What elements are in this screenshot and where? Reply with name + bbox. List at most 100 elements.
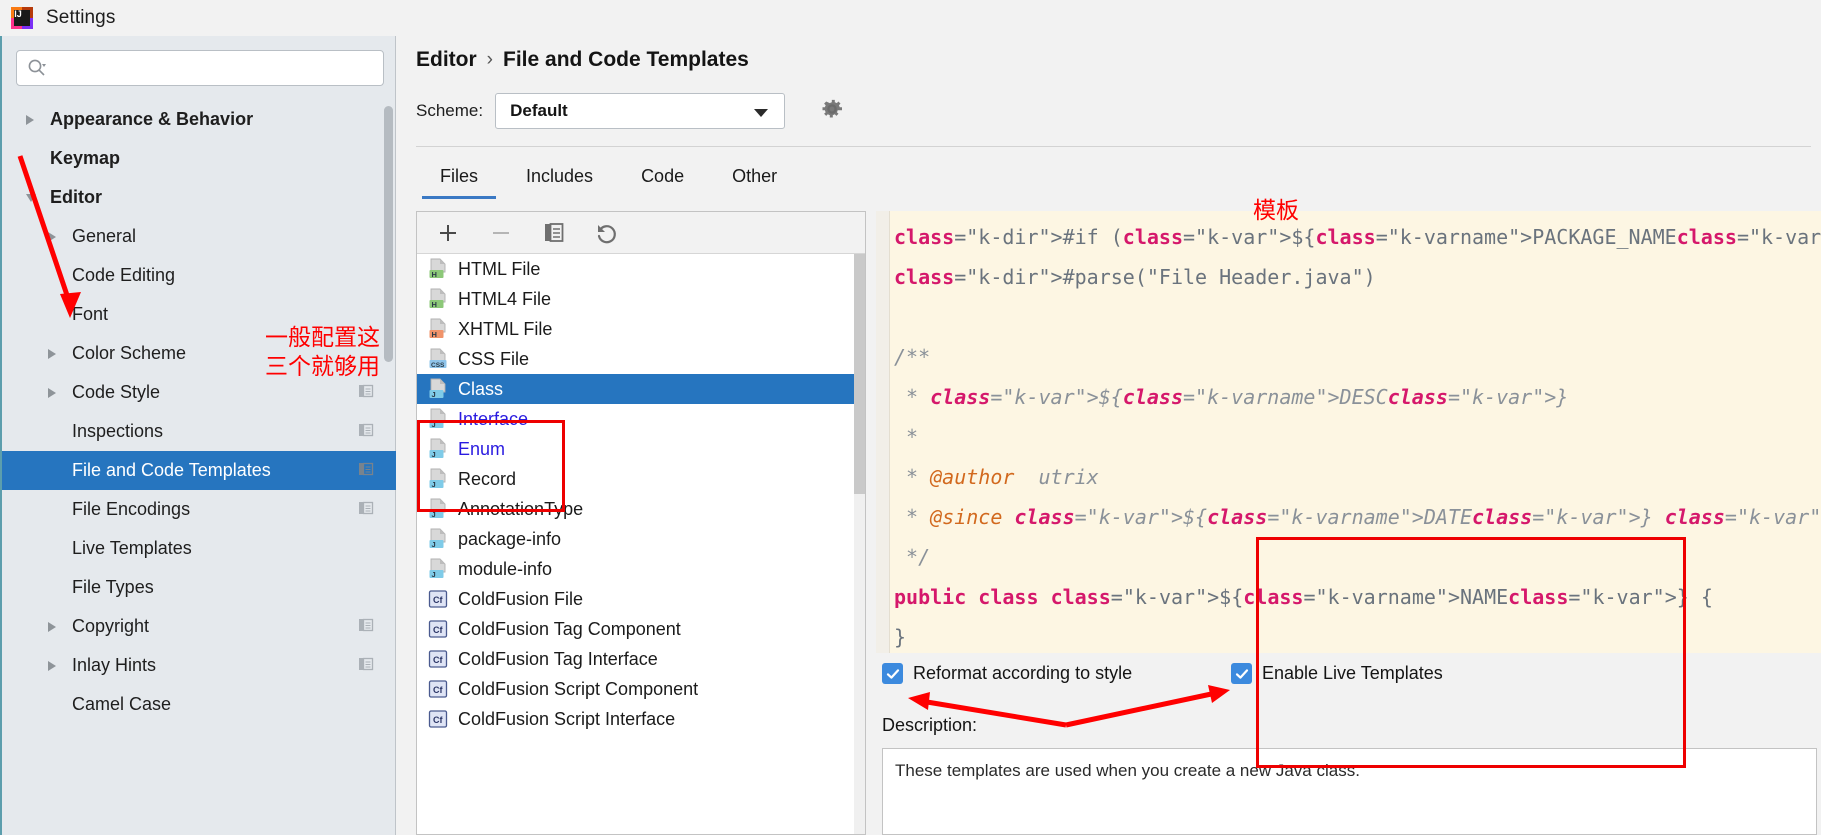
java-annotation-icon: J: [427, 498, 449, 520]
sidebar-item-file-types[interactable]: File Types: [2, 568, 396, 607]
tab-label: Includes: [526, 166, 594, 186]
svg-text:J: J: [432, 570, 436, 579]
sidebar-item-label: General: [72, 226, 137, 246]
template-list-item[interactable]: J Interface: [417, 404, 865, 434]
copy-settings-icon[interactable]: [358, 657, 374, 673]
copy-settings-icon[interactable]: [358, 618, 374, 634]
gear-icon: [819, 96, 845, 127]
sidebar-item-editor[interactable]: Editor: [2, 178, 396, 217]
tab-includes[interactable]: Includes: [502, 156, 617, 199]
annotation-sidebar-note: 一般配置这 三个就够用: [265, 325, 380, 380]
copy-settings-icon[interactable]: [358, 501, 374, 517]
code-line: * class="k-var">${class="k-varname">DESC…: [894, 385, 1569, 409]
sidebar-item-general[interactable]: General: [2, 217, 396, 256]
sidebar-item-inspections[interactable]: Inspections: [2, 412, 396, 451]
template-list-item-label: module-info: [458, 558, 553, 579]
code-line: *: [894, 425, 919, 449]
coldfusion-icon: Cf: [427, 618, 449, 640]
checkbox-checked-icon[interactable]: [882, 663, 903, 684]
scheme-settings-button[interactable]: [817, 96, 847, 126]
settings-tree: Appearance & Behavior Keymap Editor General…: [2, 100, 396, 724]
template-category-tabs: Files Includes Code Other: [416, 156, 801, 199]
code-line: class="k-dir">#parse("File Header.java"): [894, 265, 1376, 289]
template-list-item[interactable]: J Record: [417, 464, 865, 494]
chevron-right-icon[interactable]: [48, 621, 56, 632]
list-scrollbar-thumb[interactable]: [854, 254, 865, 494]
java-record-icon: J: [427, 468, 449, 490]
search-input[interactable]: [47, 53, 367, 83]
template-file-list[interactable]: H HTML File H HTML4 File H XHTML File CSS CSS F…: [417, 254, 865, 834]
copy-settings-icon[interactable]: [358, 462, 374, 478]
breadcrumb-parent[interactable]: Editor: [416, 48, 477, 72]
tab-code[interactable]: Code: [617, 156, 708, 199]
copy-settings-icon[interactable]: [358, 384, 374, 400]
settings-content: Editor › File and Code Templates Scheme:…: [398, 36, 1821, 835]
copy-settings-icon[interactable]: [358, 423, 374, 439]
template-list-item[interactable]: Cf ColdFusion Tag Interface: [417, 644, 865, 674]
template-list-item[interactable]: Cf ColdFusion File: [417, 584, 865, 614]
add-template-button[interactable]: [435, 220, 461, 246]
template-list-item[interactable]: Cf ColdFusion Script Component: [417, 674, 865, 704]
reformat-label: Reformat according to style: [913, 663, 1133, 683]
sidebar-item-label: Code Editing: [72, 265, 176, 285]
sidebar-item-label: Live Templates: [72, 538, 192, 558]
template-list-item[interactable]: J Enum: [417, 434, 865, 464]
template-list-item[interactable]: J AnnotationType: [417, 494, 865, 524]
svg-text:Cf: Cf: [433, 625, 443, 635]
logo-text: IJ: [14, 9, 22, 19]
live-templates-label: Enable Live Templates: [1262, 663, 1443, 683]
java-enum-icon: J: [427, 438, 449, 460]
template-list-item[interactable]: H XHTML File: [417, 314, 865, 344]
scheme-select[interactable]: Default: [495, 93, 786, 129]
sidebar-scrollbar-thumb[interactable]: [384, 106, 393, 362]
template-list-item[interactable]: CSS CSS File: [417, 344, 865, 374]
sidebar-item-live-templates[interactable]: Live Templates: [2, 529, 396, 568]
sidebar-item-camel-case[interactable]: Camel Case: [2, 685, 396, 724]
chevron-right-icon[interactable]: [48, 387, 56, 398]
template-list-item[interactable]: H HTML File: [417, 254, 865, 284]
template-list-item[interactable]: Cf ColdFusion Script Interface: [417, 704, 865, 734]
sidebar-item-keymap[interactable]: Keymap: [2, 139, 396, 178]
template-list-item[interactable]: Jpackage-info: [417, 524, 865, 554]
live-templates-checkbox-row[interactable]: Enable Live Templates: [1231, 663, 1443, 684]
sidebar-item-label: Copyright: [72, 616, 150, 636]
sidebar-item-label: Inspections: [72, 421, 164, 441]
chevron-down-icon[interactable]: [26, 193, 36, 202]
window-title: Settings: [46, 7, 116, 28]
sidebar-item-label: File Types: [72, 577, 154, 597]
sidebar-item-file-and-code-templates[interactable]: File and Code Templates: [2, 451, 396, 490]
sidebar-item-inlay-hints[interactable]: Inlay Hints: [2, 646, 396, 685]
sidebar-item-code-editing[interactable]: Code Editing: [2, 256, 396, 295]
reformat-checkbox-row[interactable]: Reformat according to style: [882, 663, 1132, 684]
sidebar-item-file-encodings[interactable]: File Encodings: [2, 490, 396, 529]
copy-template-button[interactable]: [541, 220, 567, 246]
sidebar-item-copyright[interactable]: Copyright: [2, 607, 396, 646]
chevron-right-icon[interactable]: [26, 114, 34, 125]
chevron-right-icon[interactable]: [48, 348, 56, 359]
template-list-item-label: package-info: [458, 528, 562, 549]
svg-text:H: H: [432, 270, 437, 279]
template-list-item[interactable]: H HTML4 File: [417, 284, 865, 314]
editor-code-area[interactable]: class="k-dir">#if (class="k-var">${class…: [894, 217, 1821, 657]
remove-template-button[interactable]: [488, 220, 514, 246]
template-list-item[interactable]: Jmodule-info: [417, 554, 865, 584]
breadcrumb-separator: ›: [486, 49, 493, 70]
tab-other[interactable]: Other: [708, 156, 801, 199]
code-line: }: [894, 625, 907, 649]
template-list-item[interactable]: Cf ColdFusion Tag Component: [417, 614, 865, 644]
sidebar-item-appearance-behavior[interactable]: Appearance & Behavior: [2, 100, 396, 139]
checkbox-checked-icon[interactable]: [1231, 663, 1252, 684]
chevron-right-icon[interactable]: [48, 231, 56, 242]
search-box[interactable]: [16, 50, 384, 86]
template-list-item-label: Class: [458, 378, 504, 399]
svg-text:Cf: Cf: [433, 685, 443, 695]
template-list-toolbar: [417, 212, 865, 254]
coldfusion-icon: Cf: [427, 588, 449, 610]
description-text: These templates are used when you create…: [895, 761, 1360, 780]
template-list-item[interactable]: J Class: [417, 374, 865, 404]
svg-text:Cf: Cf: [433, 595, 443, 605]
reset-template-button[interactable]: [594, 220, 620, 246]
settings-dialog: IJ Settings Appearance & Behavior Keymap E…: [0, 0, 1821, 835]
tab-files[interactable]: Files: [416, 156, 502, 199]
chevron-right-icon[interactable]: [48, 660, 56, 671]
